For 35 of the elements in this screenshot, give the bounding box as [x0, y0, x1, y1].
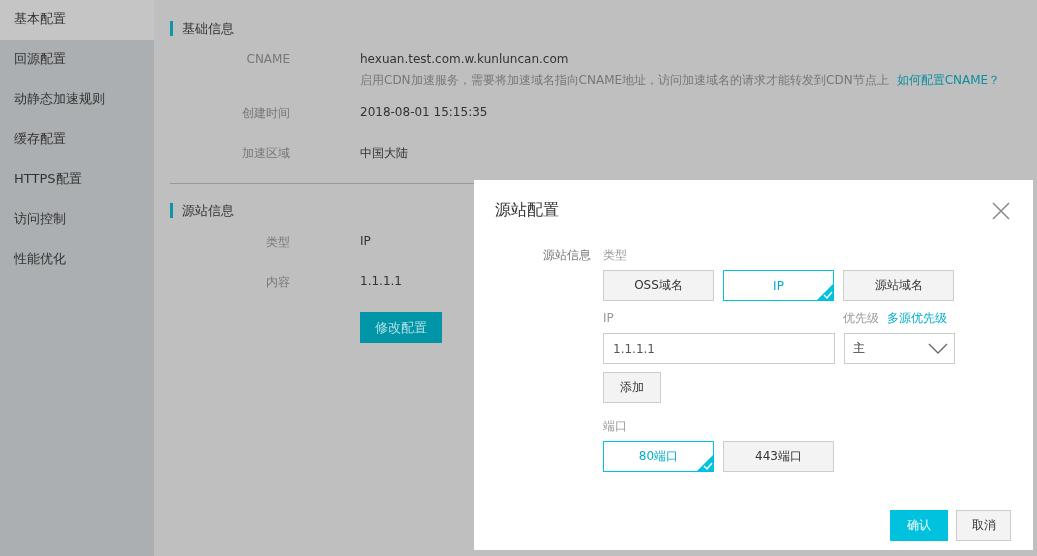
type-option[interactable]: OSS域名 — [603, 270, 714, 301]
check-icon — [696, 454, 714, 472]
field-label: 源站信息 — [542, 247, 592, 264]
field-label: 内容 — [265, 274, 290, 291]
field-label: 类型 — [603, 247, 628, 264]
field-label: 加速区域 — [241, 145, 290, 162]
check-icon — [816, 283, 834, 301]
sidebar-item[interactable]: HTTPS配置 — [0, 160, 154, 200]
dialog-title: 源站配置 — [495, 200, 559, 221]
sidebar-item[interactable]: 访问控制 — [0, 200, 154, 240]
field-label: 类型 — [265, 234, 290, 251]
field-value: 1.1.1.1 — [360, 273, 402, 288]
sidebar-item[interactable]: 基本配置 — [0, 0, 154, 40]
sidebar-item[interactable]: 动静态加速规则 — [0, 80, 154, 120]
cancel-button[interactable]: 取消 — [956, 510, 1011, 541]
close-icon[interactable] — [992, 201, 1010, 220]
field-label: CNAME — [245, 51, 290, 68]
field-value: 2018-08-01 15:15:35 — [360, 104, 488, 119]
field-label: 优先级 — [843, 310, 879, 327]
field-value: hexuan.test.com.w.kunluncan.com — [360, 51, 570, 66]
ip-input[interactable]: 1.1.1.1 — [603, 333, 835, 364]
section-title: 基础信息 — [170, 21, 1021, 36]
field-label: 端口 — [603, 418, 628, 435]
port-option[interactable]: 443端口 — [723, 441, 834, 472]
field-label: 创建时间 — [241, 105, 290, 122]
sidebar-item[interactable]: 性能优化 — [0, 240, 154, 280]
field-value: 中国大陆 — [360, 145, 408, 162]
type-option[interactable]: 源站域名 — [843, 270, 954, 301]
add-button[interactable]: 添加 — [603, 372, 661, 403]
field-value: IP — [360, 233, 371, 248]
sidebar-item[interactable]: 缓存配置 — [0, 120, 154, 160]
sidebar-item[interactable]: 回源配置 — [0, 40, 154, 80]
priority-select[interactable]: 主 — [844, 333, 955, 364]
chevron-down-icon — [928, 343, 948, 354]
field-label: IP — [603, 311, 615, 325]
